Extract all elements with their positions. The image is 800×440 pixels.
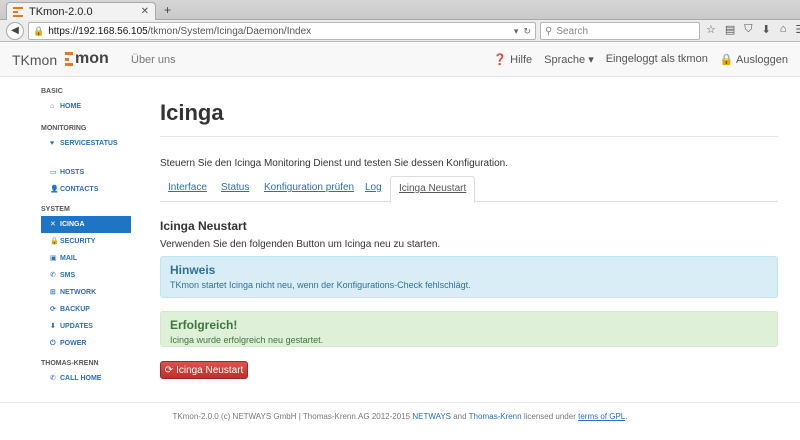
sidebar-item-contacts[interactable]: 👤CONTACTS [41, 181, 131, 198]
download-icon: ⬇ [50, 323, 56, 330]
browser-toolbar-icons: ☆ ▤ ⛉ ⬇ ⌂ ☰ [706, 23, 800, 36]
success-alert: Erfolgreich! Icinga wurde erfolgreich ne… [160, 311, 778, 347]
page-description: Steuern Sie den Icinga Monitoring Dienst… [160, 158, 508, 169]
tab-bar: Interface Status Konfiguration prüfen Lo… [160, 176, 778, 203]
info-alert: Hinweis TKmon startet Icinga nicht neu, … [160, 256, 778, 298]
refresh-icon: ⟳ [50, 306, 56, 313]
success-alert-text: Icinga wurde erfolgreich neu gestartet. [170, 335, 324, 345]
reload-icon[interactable]: ↻ [523, 26, 531, 37]
footer-licensed: licensed under [523, 412, 576, 421]
reading-list-icon[interactable]: ▤ [725, 23, 735, 36]
bookmark-star-icon[interactable]: ☆ [706, 23, 716, 36]
title-divider [160, 136, 778, 137]
sidebar-item-updates[interactable]: ⬇ UPDATES [41, 318, 131, 335]
new-tab-icon[interactable]: + [164, 3, 171, 17]
phone-icon: ✆ [50, 272, 56, 279]
sidebar-item-backup[interactable]: ⟳ BACKUP [41, 301, 131, 318]
search-placeholder: Search [556, 25, 589, 37]
browser-tab-strip: TKmon-2.0.0 ✕ + [0, 0, 800, 20]
footer-copyright: TKmon-2.0.0 (c) NETWAYS GmbH | Thomas-Kr… [172, 412, 411, 421]
lock-icon: 🔒 [50, 238, 59, 245]
phone-icon: ✆ [50, 375, 56, 382]
header-right-nav: ❓ Hilfe Sprache ▾ Eingeloggt als tkmon 🔒… [493, 53, 788, 66]
lock-icon: 🔒 [33, 25, 45, 36]
sidebar-item-network[interactable]: ⊞ NETWORK [41, 284, 131, 301]
close-tab-icon[interactable]: ✕ [141, 6, 149, 17]
power-icon: ⏻ [50, 340, 56, 347]
info-alert-title: Hinweis [170, 263, 216, 277]
sidebar-item-call-home[interactable]: ✆ CALL HOME [41, 370, 131, 387]
help-link[interactable]: ❓ Hilfe [493, 53, 532, 66]
download-icon[interactable]: ⬇ [762, 23, 771, 36]
sidebar-item-servicestatus[interactable]: ♥ SERVICESTATUS [41, 135, 131, 152]
sitemap-icon: ⊞ [50, 289, 56, 296]
section-title: Icinga Neustart [160, 219, 247, 233]
tkmon-favicon-icon [13, 6, 23, 17]
icinga-restart-button-label: Icinga Neustart [176, 364, 244, 376]
logo-text: mon [75, 50, 109, 67]
footer: TKmon-2.0.0 (c) NETWAYS GmbH | Thomas-Kr… [0, 412, 800, 421]
browser-search-field[interactable]: ⚲ Search [540, 22, 700, 40]
sidebar-section-basic: BASIC [41, 88, 63, 95]
footer-and: and [453, 412, 467, 421]
heart-icon: ♥ [50, 140, 55, 147]
logo-bars-icon [65, 52, 73, 66]
url-bar[interactable]: 🔒 https://192.168.56.105/tkmon/System/Ic… [28, 22, 536, 40]
sidebar-section-thomas-krenn: THOMAS-KRENN [41, 360, 99, 367]
sidebar-item-icinga[interactable]: ✕ ICINGA [41, 216, 131, 233]
sidebar-item-sms[interactable]: ✆ SMS [41, 267, 131, 284]
browser-tab-title: TKmon-2.0.0 [29, 5, 93, 18]
logged-in-label: Eingeloggt als tkmon [605, 53, 708, 65]
info-alert-text: TKmon startet Icinga nicht neu, wenn der… [170, 280, 471, 290]
home-icon[interactable]: ⌂ [780, 23, 787, 36]
caret-down-icon: ▾ [588, 54, 594, 66]
language-dropdown[interactable]: Sprache ▾ [544, 53, 594, 66]
sidebar-section-system: SYSTEM [41, 206, 70, 213]
footer-thomas-krenn-link[interactable]: Thomas-Krenn [469, 412, 522, 421]
page-title: Icinga [160, 100, 224, 125]
sidebar-item-hosts[interactable]: ▭ HOSTS [41, 164, 131, 181]
icinga-restart-button[interactable]: ⟳ Icinga Neustart [160, 361, 248, 379]
shield-icon[interactable]: ⛉ [744, 23, 752, 36]
inbox-icon: ▣ [50, 255, 57, 262]
footer-period: . [625, 412, 628, 421]
refresh-icon: ⟳ [164, 364, 174, 376]
home-icon: ⌂ [50, 103, 55, 110]
sidebar-item-security[interactable]: 🔒SECURITY [41, 233, 131, 250]
about-link[interactable]: Über uns [131, 54, 176, 66]
tab-interface[interactable]: Interface [168, 182, 207, 193]
browser-tab[interactable]: TKmon-2.0.0 ✕ [6, 2, 156, 20]
logout-link[interactable]: 🔒 Ausloggen [720, 53, 788, 66]
tab-konfiguration-pruefen[interactable]: Konfiguration prüfen [264, 182, 354, 193]
wrench-icon: ✕ [50, 221, 56, 228]
tab-status[interactable]: Status [221, 182, 249, 193]
browser-navbar: ◀ 🔒 https://192.168.56.105/tkmon/System/… [0, 20, 800, 42]
brand-name[interactable]: TKmon [12, 52, 57, 68]
dropdown-arrow-icon[interactable]: ▾ [514, 26, 519, 37]
user-icon: 👤 [50, 186, 59, 193]
main-content: Icinga Steuern Sie den Icinga Monitoring… [160, 88, 778, 379]
sidebar-item-home[interactable]: ⌂ HOME [41, 98, 131, 115]
footer-gpl-link[interactable]: terms of GPL [578, 412, 625, 421]
back-arrow-icon[interactable]: ◀ [6, 22, 24, 40]
menu-icon[interactable]: ☰ [795, 23, 800, 36]
url-text: https://192.168.56.105/tkmon/System/Icin… [48, 25, 312, 37]
tab-log[interactable]: Log [365, 182, 382, 193]
app-header: TKmon mon Über uns ❓ Hilfe Sprache ▾ Ein… [0, 43, 800, 77]
monitor-icon: ▭ [50, 169, 57, 176]
search-icon: ⚲ [545, 25, 553, 37]
lock-icon: 🔒 [719, 54, 734, 66]
tab-icinga-neustart[interactable]: Icinga Neustart [390, 176, 476, 203]
sidebar-item-power[interactable]: ⏻ POWER [41, 335, 131, 352]
sidebar-section-monitoring: MONITORING [41, 125, 87, 132]
question-circle-icon: ❓ [493, 54, 508, 66]
success-alert-title: Erfolgreich! [170, 318, 238, 332]
sidebar-item-mail[interactable]: ▣ MAIL [41, 250, 131, 267]
footer-netways-link[interactable]: NETWAYS [412, 412, 451, 421]
footer-divider [0, 402, 800, 403]
section-description: Verwenden Sie den folgenden Button um Ic… [160, 239, 441, 250]
sidebar-nav: BASIC ⌂ HOME MONITORING ♥ SERVICESTATUS ▭ H… [41, 88, 131, 387]
tkmon-logo: mon [65, 50, 109, 67]
